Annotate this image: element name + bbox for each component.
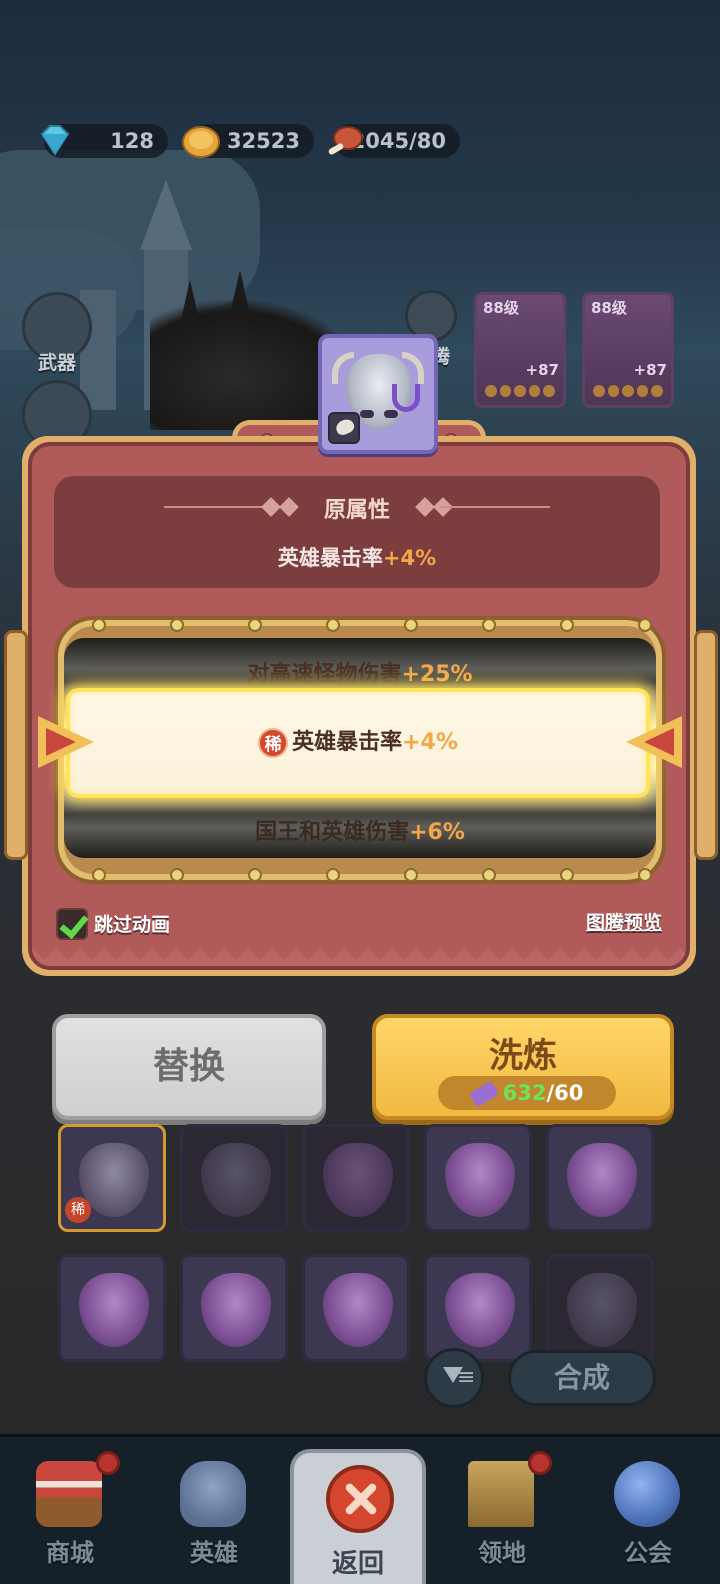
reel-option: 对高速怪物伤害+25% (247, 662, 473, 687)
nav-item-hero[interactable]: 英雄 (144, 1437, 284, 1584)
weapon-menu-label: 武器 (38, 352, 77, 374)
refine-button-label: 洗炼 (489, 1036, 557, 1076)
notification-dot (96, 1451, 120, 1475)
rare-badge: 稀 (258, 728, 289, 758)
feather-slot-icon (328, 412, 360, 444)
reel-pointer-right-icon (626, 716, 682, 768)
helmet-icon (180, 1461, 246, 1527)
original-attribute-panel: 原属性 英雄暴击率+4% (54, 476, 660, 588)
inventory-slot[interactable] (424, 1254, 532, 1362)
star-rating (485, 385, 555, 397)
star-rating (593, 385, 663, 397)
reel-pointer-left-icon (38, 716, 94, 768)
hero-card[interactable]: 88级 +87 (474, 292, 566, 408)
reel-selected-option: 稀英雄暴击率+4% (66, 688, 650, 798)
bottom-nav: 商城 英雄 返回 领地 公会 (0, 1434, 720, 1584)
nav-item-back[interactable]: 返回 (290, 1449, 426, 1584)
gold-counter: 32523 (182, 124, 314, 158)
stamina-counter: 2045/80 (328, 124, 460, 158)
skip-animation-label[interactable]: 跳过动画 (94, 910, 170, 937)
shop-icon (36, 1461, 102, 1527)
filter-button[interactable] (424, 1348, 484, 1408)
notification-dot (528, 1451, 552, 1475)
nav-item-guild[interactable]: 公会 (578, 1437, 718, 1584)
refine-stone-icon (468, 1080, 499, 1108)
totem-preview-link[interactable]: 图腾预览 (586, 908, 662, 935)
refine-cost: 632/60 (438, 1076, 616, 1110)
nav-item-shop[interactable]: 商城 (0, 1437, 140, 1584)
original-attribute-value: 英雄暴击率+4% (277, 546, 437, 570)
totem-reroll-dialog: 原属性 英雄暴击率+4% 对高速怪物伤害+25% 国王和英雄伤害+6% 稀 英雄… (4, 334, 718, 980)
meat-icon (328, 126, 363, 155)
reel-option: 国王和英雄伤害+6% (255, 820, 465, 845)
nav-item-territory[interactable]: 领地 (432, 1437, 572, 1584)
planet-icon (614, 1461, 680, 1527)
inventory-slot[interactable] (424, 1124, 532, 1232)
totem-item-slot (318, 334, 438, 454)
inventory-slot[interactable] (180, 1124, 288, 1232)
gem-counter: 128 (40, 124, 168, 158)
inventory-slot[interactable] (180, 1254, 288, 1362)
inventory-slot[interactable]: 稀 (58, 1124, 166, 1232)
inventory-slot[interactable] (302, 1124, 410, 1232)
compose-button[interactable]: 合成 (508, 1350, 656, 1406)
hero-card[interactable]: 88级 +87 (582, 292, 674, 408)
close-icon (326, 1465, 394, 1533)
castle-icon (468, 1461, 534, 1527)
inventory-slot[interactable] (546, 1124, 654, 1232)
inventory-slot[interactable] (302, 1254, 410, 1362)
rare-badge: 稀 (65, 1197, 91, 1223)
diamond-icon (40, 125, 70, 156)
inventory-slot[interactable] (546, 1254, 654, 1362)
skip-animation-checkbox[interactable] (56, 908, 88, 940)
inventory-slot[interactable] (58, 1254, 166, 1362)
refine-button[interactable]: 洗炼 632/60 (372, 1014, 674, 1120)
gold-coin-icon (182, 126, 220, 158)
original-attribute-title: 原属性 (323, 498, 390, 523)
replace-button[interactable]: 替换 (52, 1014, 326, 1120)
